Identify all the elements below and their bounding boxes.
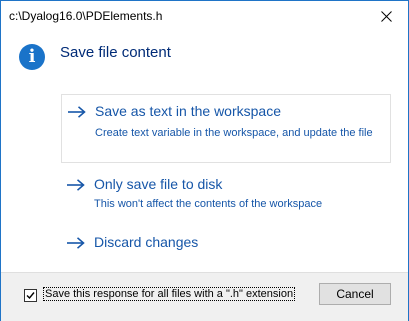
save-as-text-command[interactable]: Save as text in the workspace Create tex… xyxy=(61,94,391,163)
dialog-footer: Save this response for all files with a … xyxy=(1,272,408,321)
discard-changes-command[interactable]: Discard changes xyxy=(61,226,391,260)
command-label: Only save file to disk xyxy=(94,176,223,192)
arrow-right-icon xyxy=(67,179,85,191)
title-bar[interactable]: c:\Dyalog16.0\PDElements.h xyxy=(1,1,408,31)
remember-response-checkbox[interactable] xyxy=(24,289,37,302)
save-to-disk-command[interactable]: Only save file to disk This won't affect… xyxy=(61,168,391,220)
info-icon: i xyxy=(19,44,45,70)
checkmark-icon xyxy=(26,292,35,300)
command-description: This won't affect the contents of the wo… xyxy=(94,198,323,210)
cancel-button[interactable]: Cancel xyxy=(319,283,391,305)
arrow-right-icon xyxy=(68,106,86,118)
remember-response-label[interactable]: Save this response for all files with a … xyxy=(42,287,296,301)
main-instruction: Save file content xyxy=(60,44,171,61)
command-label: Discard changes xyxy=(94,234,199,250)
dialog-window: c:\Dyalog16.0\PDElements.h i Save file c… xyxy=(0,0,409,321)
command-label: Save as text in the workspace xyxy=(95,103,281,119)
command-description: Create text variable in the workspace, a… xyxy=(95,127,373,139)
close-button[interactable] xyxy=(364,1,408,31)
close-icon xyxy=(380,10,392,22)
window-title: c:\Dyalog16.0\PDElements.h xyxy=(9,9,163,23)
arrow-right-icon xyxy=(67,237,85,249)
